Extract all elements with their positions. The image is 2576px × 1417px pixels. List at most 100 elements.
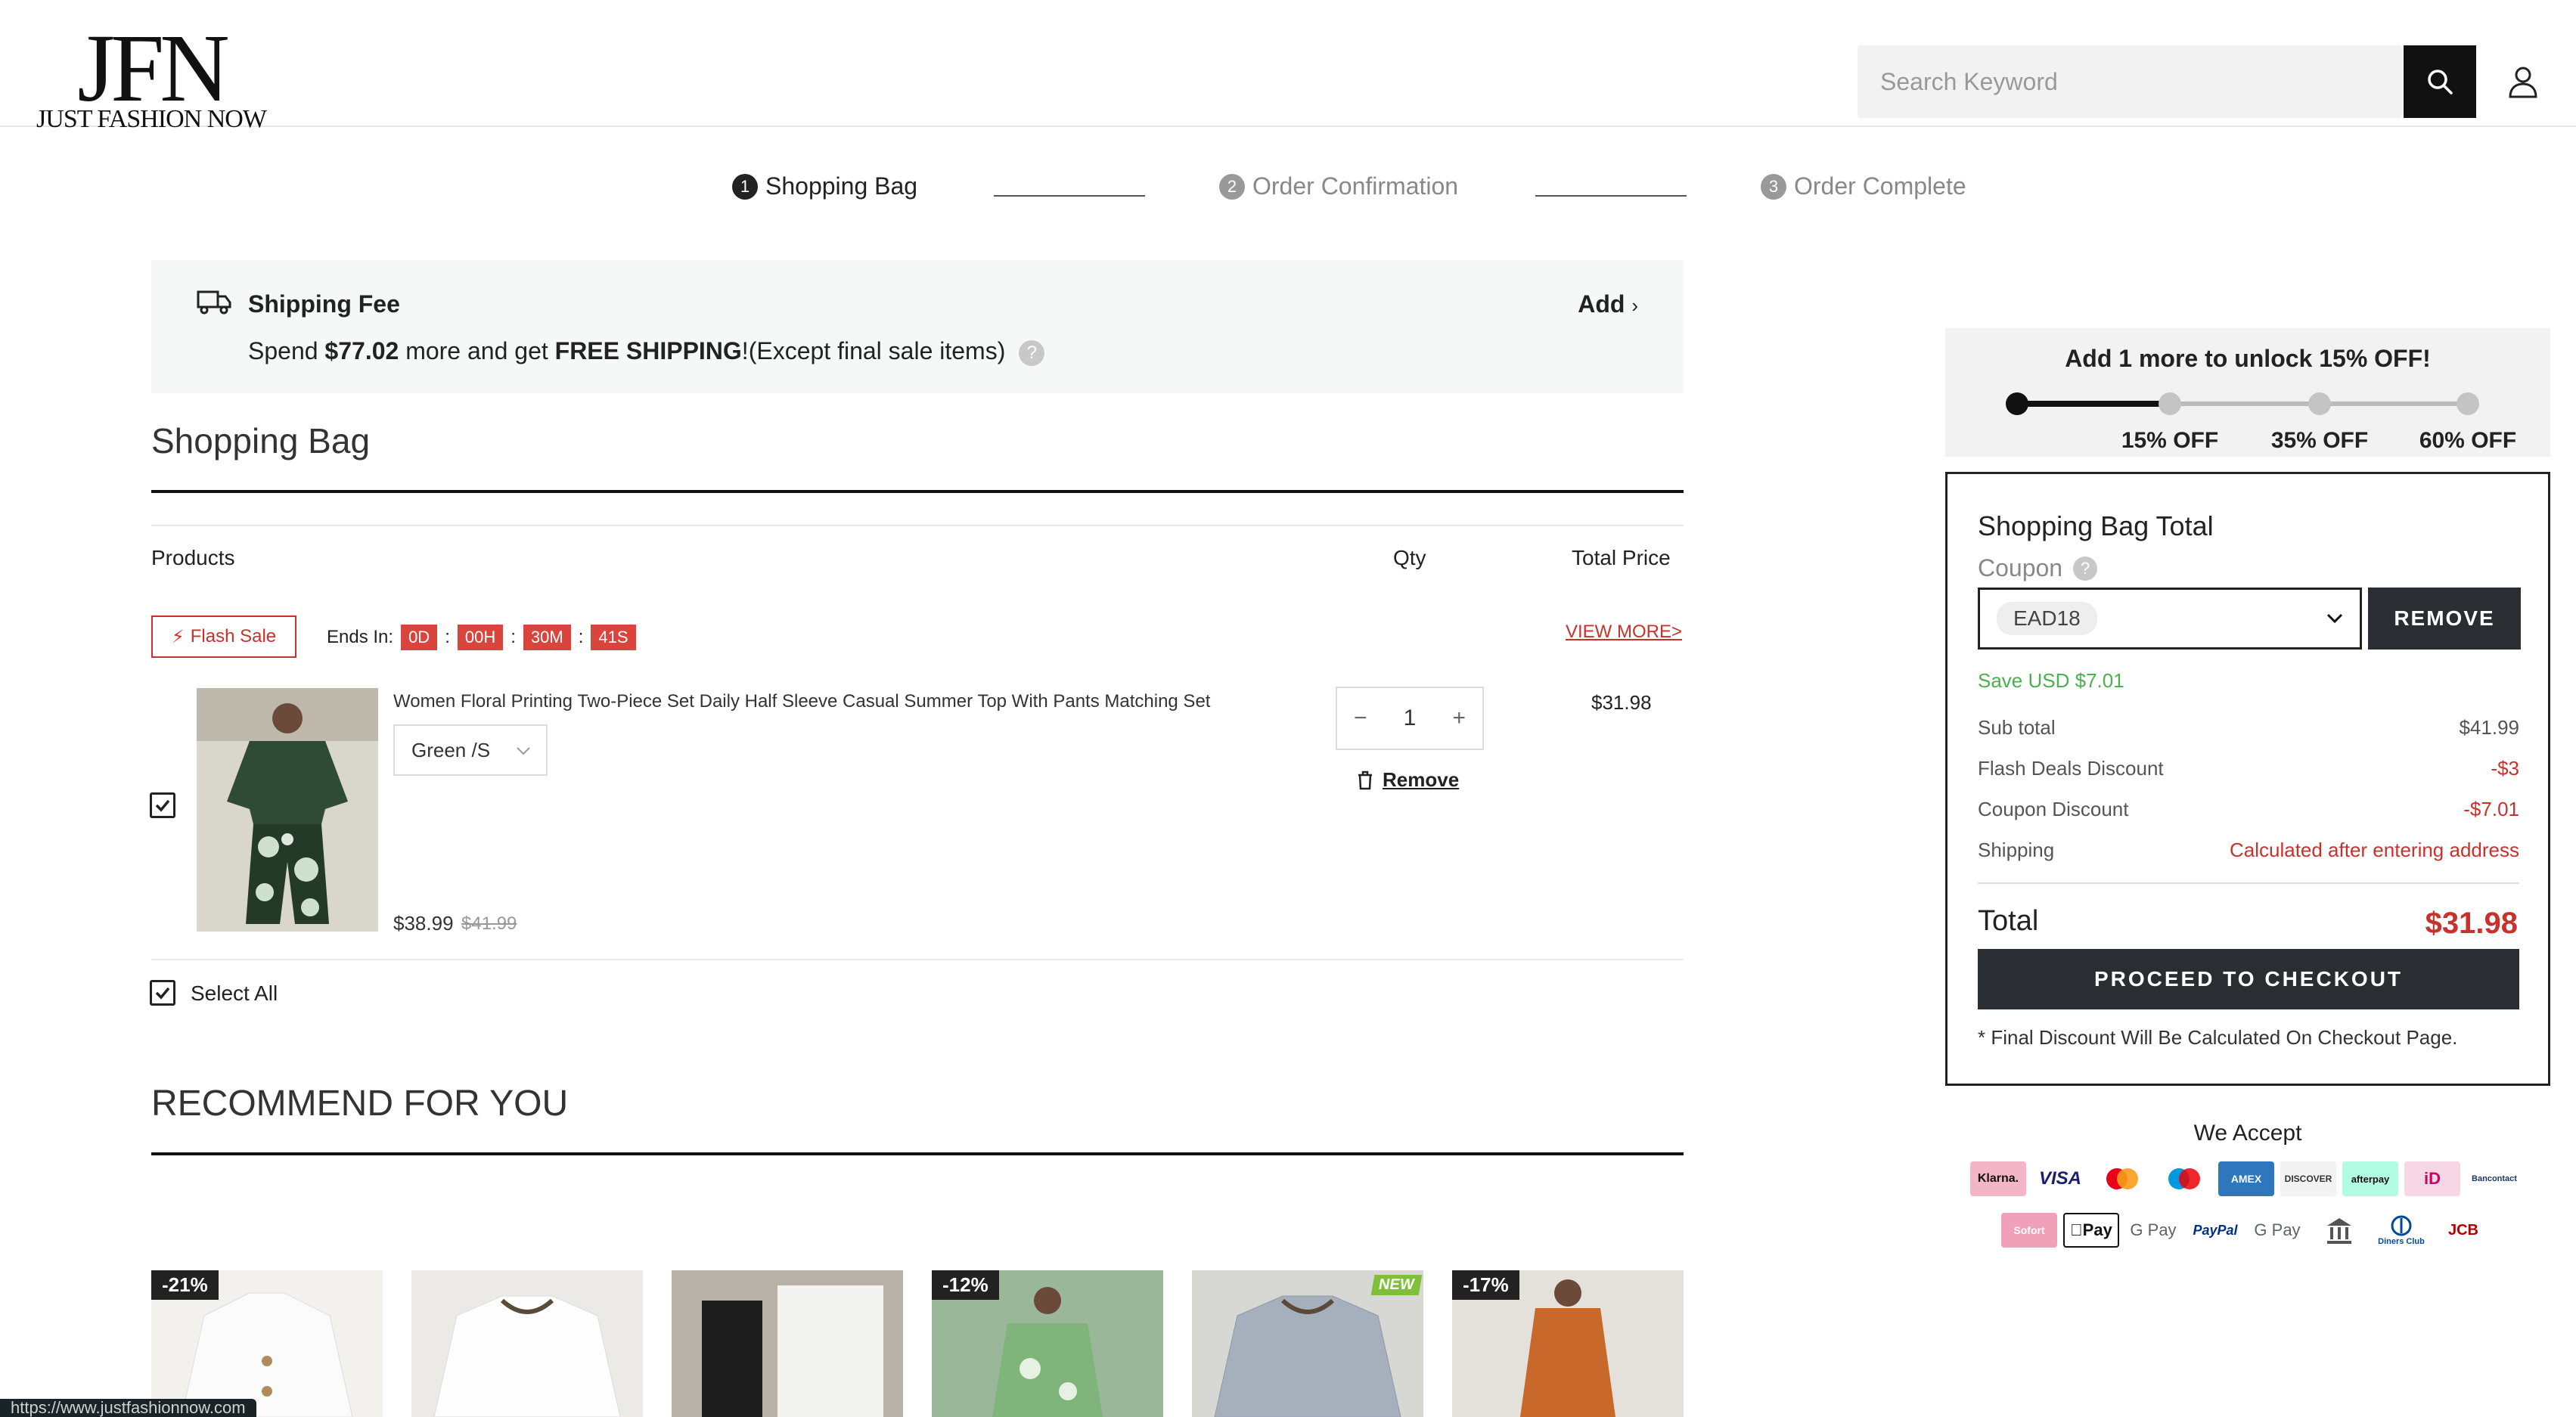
shipping-fee-text: Spend $77.02 more and get FREE SHIPPING!… — [248, 337, 1045, 366]
mastercard-icon — [2094, 1161, 2150, 1196]
row-value: $41.99 — [2459, 716, 2519, 739]
google-pay-icon: G Pay — [2125, 1213, 2181, 1248]
total-value: $31.98 — [2425, 907, 2518, 940]
increase-button[interactable]: + — [1452, 705, 1466, 731]
divider — [151, 490, 1684, 493]
help-icon[interactable]: ? — [1019, 340, 1045, 366]
sofort-icon: Sofort — [2001, 1213, 2057, 1248]
summary-row-subtotal: Sub total $41.99 — [1978, 716, 2519, 740]
ideal-icon: iD — [2404, 1161, 2460, 1196]
recommend-card[interactable]: -17% — [1452, 1270, 1684, 1417]
remove-item-button[interactable]: Remove — [1357, 768, 1459, 792]
apple-pay-label: Pay — [2076, 1220, 2112, 1239]
step-connector — [994, 195, 1145, 197]
tier-discount-progress: Add 1 more to unlock 15% OFF! 15% OFF 35… — [1945, 328, 2550, 457]
chevron-right-icon: › — [1631, 294, 1638, 317]
view-more-link[interactable]: VIEW MORE> — [1566, 622, 1682, 643]
site-header: JFN JUST FASHION NOW Search Keyword — [0, 0, 2576, 133]
step-order-complete: 3 Order Complete — [1761, 172, 1966, 200]
shipping-text-mid: more and get — [399, 337, 555, 364]
timer-minutes: 30M — [523, 625, 571, 650]
item-checkbox[interactable] — [150, 792, 175, 818]
google-pay-icon: G Pay — [2249, 1213, 2305, 1248]
coupon-savings: Save USD $7.01 — [1978, 669, 2124, 692]
shipping-fee-banner: Shipping Fee Spend $77.02 more and get F… — [151, 260, 1684, 393]
recommend-card[interactable] — [672, 1270, 903, 1417]
shipping-fee-title: Shipping Fee — [248, 290, 400, 318]
recommend-card[interactable]: -21% — [151, 1270, 383, 1417]
step-connector — [1535, 195, 1687, 197]
search-input[interactable]: Search Keyword — [1858, 45, 2402, 118]
coupon-select[interactable]: EAD18 — [1978, 588, 2362, 650]
quantity-stepper: − 1 + — [1336, 687, 1484, 750]
apple-icon:  — [2070, 1220, 2083, 1240]
product-name[interactable]: Women Floral Printing Two-Piece Set Dail… — [393, 691, 1210, 712]
variant-select[interactable]: Green /S — [393, 724, 548, 776]
item-price: $38.99 — [393, 912, 454, 935]
decrease-button[interactable]: − — [1354, 705, 1367, 731]
lightning-icon: ⚡︎ — [171, 626, 185, 647]
quantity-value[interactable]: 1 — [1404, 705, 1417, 731]
tier-label-15: 15% OFF — [2121, 428, 2219, 453]
payment-methods-row: Sofort Pay G Pay PayPal G Pay Diners Cl… — [1966, 1213, 2526, 1248]
select-all-checkbox[interactable] — [150, 980, 175, 1006]
row-label: Coupon Discount — [1978, 798, 2129, 820]
countdown-timer: Ends In: 0D : 00H : 30M : 41S — [327, 625, 636, 650]
flash-sale-tag: ⚡︎ Flash Sale — [151, 615, 296, 658]
remove-coupon-button[interactable]: REMOVE — [2368, 588, 2521, 650]
truck-icon — [197, 290, 231, 315]
summary-title: Shopping Bag Total — [1978, 510, 2214, 541]
row-value: -$7.01 — [2463, 798, 2519, 820]
item-original-price: $41.99 — [461, 913, 517, 934]
timer-hours: 00H — [457, 625, 504, 650]
coupon-code: EAD18 — [1997, 602, 2097, 635]
discount-badge: -21% — [151, 1270, 219, 1300]
payment-methods-row: Klarna. VISA AMEX DISCOVER afterpay iD B… — [1966, 1161, 2526, 1196]
apple-pay-icon: Pay — [2063, 1213, 2119, 1248]
final-discount-note: * Final Discount Will Be Calculated On C… — [1978, 1026, 2458, 1049]
step-label: Order Confirmation — [1252, 172, 1459, 200]
free-shipping-label: FREE SHIPPING — [554, 337, 742, 364]
progress-fill — [2016, 401, 2167, 407]
discover-icon: DISCOVER — [2280, 1161, 2336, 1196]
recommend-card[interactable]: NEW — [1192, 1270, 1423, 1417]
new-badge: NEW — [1370, 1275, 1423, 1295]
recommend-title: RECOMMEND FOR YOU — [151, 1084, 569, 1124]
visa-icon: VISA — [2032, 1161, 2088, 1196]
select-all-label[interactable]: Select All — [191, 981, 278, 1006]
discount-badge: -17% — [1452, 1270, 1519, 1300]
row-label: Shipping — [1978, 839, 2055, 861]
chevron-down-icon — [2326, 613, 2343, 624]
summary-row-shipping: Shipping Calculated after entering addre… — [1978, 839, 2519, 862]
site-logo[interactable]: JFN JUST FASHION NOW — [23, 20, 280, 133]
progress-dot-60 — [2457, 392, 2479, 415]
product-photo — [433, 1295, 621, 1417]
diners-club-label: Diners Club — [2378, 1237, 2425, 1246]
help-icon[interactable]: ? — [2073, 556, 2098, 581]
row-value: -$3 — [2491, 757, 2519, 780]
search-button[interactable] — [2404, 45, 2476, 118]
step-label: Shopping Bag — [765, 172, 918, 200]
trash-icon — [1358, 771, 1372, 789]
proceed-to-checkout-button[interactable]: PROCEED TO CHECKOUT — [1978, 949, 2519, 1009]
divider — [151, 1152, 1684, 1155]
recommend-card[interactable] — [411, 1270, 643, 1417]
product-photo — [197, 688, 378, 932]
unlock-title: Add 1 more to unlock 15% OFF! — [2065, 345, 2431, 372]
afterpay-icon: afterpay — [2342, 1161, 2398, 1196]
checkmark-icon — [155, 799, 170, 812]
step-order-confirmation: 2 Order Confirmation — [1219, 172, 1458, 200]
recommend-card[interactable]: -12% — [932, 1270, 1163, 1417]
divider — [151, 959, 1684, 960]
add-items-link[interactable]: Add › — [1578, 290, 1638, 318]
account-button[interactable] — [2496, 54, 2550, 109]
product-image[interactable] — [197, 688, 378, 932]
coupon-label: Coupon ? — [1978, 554, 2098, 582]
amex-icon: AMEX — [2218, 1161, 2274, 1196]
logo-text: JUST FASHION NOW — [36, 105, 267, 133]
we-accept-title: We Accept — [2193, 1121, 2302, 1146]
step-label: Order Complete — [1794, 172, 1966, 200]
progress-dot-start — [2006, 392, 2028, 415]
remove-label: Remove — [1383, 768, 1460, 791]
coupon-label-text: Coupon — [1978, 554, 2063, 581]
